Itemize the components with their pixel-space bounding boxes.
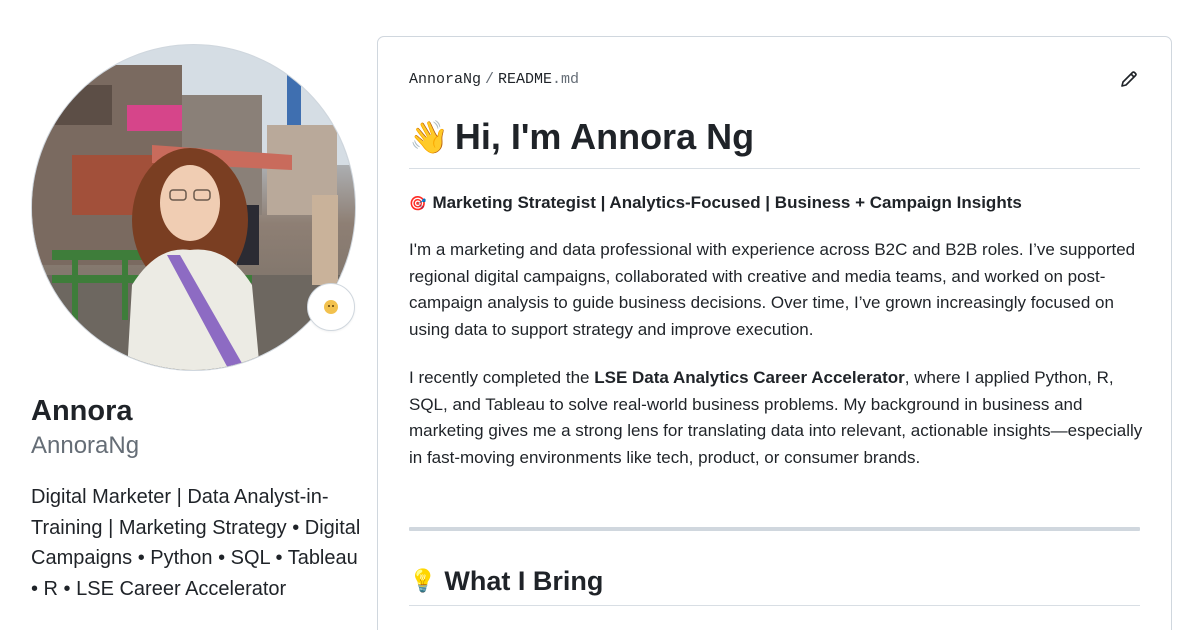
tagline-text: Marketing Strategist | Analytics-Focused… xyxy=(432,193,1022,212)
target-icon: 🎯 xyxy=(409,194,427,211)
readme-heading-text: Hi, I'm Annora Ng xyxy=(454,116,755,157)
profile-username: AnnoraNg xyxy=(31,432,140,459)
heading-divider xyxy=(409,168,1140,169)
section-heading-text: What I Bring xyxy=(444,566,604,596)
path-separator: / xyxy=(485,71,495,88)
readme-file-ext: .md xyxy=(552,71,580,88)
section-heading-divider xyxy=(409,605,1140,606)
readme-card: AnnoraNg / README.md 👋 Hi, I'm Annora Ng 🎯… xyxy=(377,36,1172,630)
readme-paragraph-education: I recently completed the LSE Data Analyt… xyxy=(409,365,1144,471)
avatar[interactable] xyxy=(31,44,356,371)
readme-owner-link[interactable]: AnnoraNg xyxy=(409,71,481,88)
edit-readme-button[interactable] xyxy=(1117,67,1141,91)
section-heading: 💡 What I Bring xyxy=(409,565,603,597)
course-name: LSE Data Analytics Career Accelerator xyxy=(594,368,905,387)
profile-bio: Digital Marketer | Data Analyst-in-Train… xyxy=(31,486,361,600)
profile-name: Annora xyxy=(31,395,133,427)
readme-tagline: 🎯 Marketing Strategist | Analytics-Focus… xyxy=(409,192,1022,214)
light-bulb-icon: 💡 xyxy=(409,568,437,593)
readme-file-link[interactable]: README.md xyxy=(498,71,579,88)
avatar-container xyxy=(31,44,356,371)
readme-heading: 👋 Hi, I'm Annora Ng xyxy=(409,117,754,157)
readme-paragraph-intro: I'm a marketing and data professional wi… xyxy=(409,240,1136,339)
paragraph-text: I recently completed the xyxy=(409,368,595,387)
smiley-emoji-icon xyxy=(324,300,338,314)
readme-breadcrumb: AnnoraNg / README.md xyxy=(409,70,579,90)
section-divider xyxy=(409,527,1140,531)
status-button[interactable] xyxy=(307,283,355,331)
waving-hand-icon: 👋 xyxy=(409,119,449,155)
profile-photo xyxy=(32,45,355,370)
readme-file-name: README xyxy=(498,71,553,88)
pencil-icon xyxy=(1121,71,1137,87)
